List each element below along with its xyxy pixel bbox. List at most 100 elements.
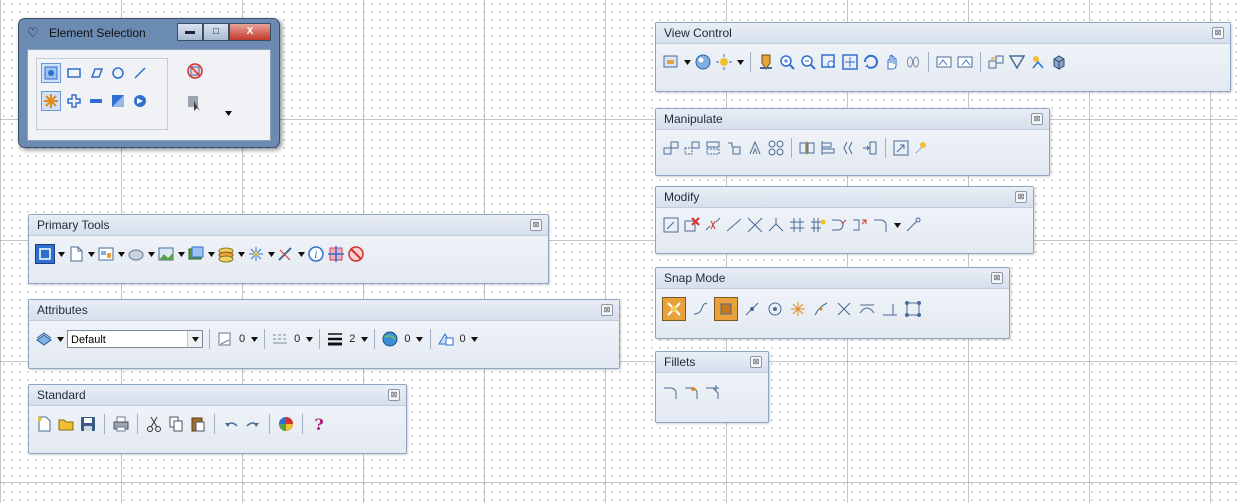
walk-icon[interactable] (904, 53, 922, 71)
view-previous-icon[interactable] (935, 53, 953, 71)
priority-icon[interactable] (437, 330, 455, 348)
camera-view-icon[interactable] (1008, 53, 1026, 71)
no-edit-icon[interactable] (347, 245, 365, 263)
view-attributes-dropdown[interactable] (683, 53, 691, 71)
landscape-dropdown[interactable] (177, 245, 185, 263)
select-and-place-icon[interactable] (892, 139, 910, 157)
info-icon[interactable]: i (307, 245, 325, 263)
extend-line-icon[interactable] (725, 216, 743, 234)
keypoint-snap-icon[interactable] (662, 297, 686, 321)
intersection-snap-icon[interactable] (835, 300, 853, 318)
perpendicular-snap-icon[interactable] (743, 300, 761, 318)
references-dropdown[interactable] (87, 245, 95, 263)
fillets-close-button[interactable]: ⊠ (750, 356, 762, 368)
paste-icon[interactable] (189, 415, 207, 433)
line-weight-dropdown[interactable] (360, 330, 368, 348)
redo-icon[interactable] (244, 415, 262, 433)
snap-mode-close-button[interactable]: ⊠ (991, 272, 1003, 284)
scale-icon[interactable] (725, 139, 743, 157)
line-weight-icon[interactable] (326, 330, 344, 348)
block-select-icon[interactable] (65, 64, 83, 82)
zoom-in-icon[interactable] (778, 53, 796, 71)
view-control-close-button[interactable]: ⊠ (1212, 27, 1224, 39)
landscape-icon[interactable] (157, 245, 175, 263)
print-icon[interactable] (112, 415, 130, 433)
attributes-titlebar[interactable]: Attributes ⊠ (29, 300, 619, 321)
new-selection-icon[interactable] (41, 91, 61, 111)
attributes-dialog-dropdown[interactable] (57, 245, 65, 263)
trim-to-element-icon[interactable] (767, 216, 785, 234)
fillets-titlebar[interactable]: Fillets ⊠ (656, 352, 768, 373)
break-element-icon[interactable] (704, 216, 722, 234)
fillet-dropdown[interactable] (893, 216, 901, 234)
stretch-icon[interactable] (840, 139, 858, 157)
manipulate-close-button[interactable]: ⊠ (1031, 113, 1043, 125)
add-selection-icon[interactable] (65, 92, 83, 110)
modify-titlebar[interactable]: Modify ⊠ (656, 187, 1033, 208)
smart-snap-icon[interactable] (913, 139, 931, 157)
point-on-snap-icon[interactable] (881, 300, 899, 318)
transparency-icon[interactable] (381, 330, 399, 348)
chevron-down-icon[interactable] (224, 104, 232, 122)
levels-icon[interactable] (217, 245, 235, 263)
snap-mode-titlebar[interactable]: Snap Mode ⊠ (656, 268, 1009, 289)
move-to-icon[interactable] (861, 139, 879, 157)
select-all-icon[interactable] (131, 92, 149, 110)
view-next-icon[interactable] (956, 53, 974, 71)
attributes-dialog-icon[interactable] (35, 244, 55, 264)
origin-snap-icon[interactable] (789, 300, 807, 318)
primary-tools-close-button[interactable]: ⊠ (530, 219, 542, 231)
line-style-dropdown[interactable] (305, 330, 313, 348)
open-file-icon[interactable] (57, 415, 75, 433)
undo-icon[interactable] (222, 415, 240, 433)
clear-selection-icon[interactable] (186, 62, 204, 80)
close-button[interactable]: X (229, 23, 271, 41)
line-style-icon[interactable] (271, 330, 289, 348)
display-style-icon[interactable] (694, 53, 712, 71)
lighting-dropdown[interactable] (736, 53, 744, 71)
measure-icon[interactable] (277, 245, 295, 263)
levels-dropdown[interactable] (237, 245, 245, 263)
fillet-point-icon[interactable] (683, 383, 701, 401)
chamfer-fillet-icon[interactable] (704, 383, 722, 401)
cloud-icon[interactable] (127, 245, 145, 263)
invert-selection-icon[interactable] (109, 92, 127, 110)
rotate-icon[interactable] (746, 139, 764, 157)
tasks-icon[interactable] (247, 245, 265, 263)
cut-icon[interactable] (145, 415, 163, 433)
trim-intersect-icon[interactable] (746, 216, 764, 234)
mirror-icon[interactable] (798, 139, 816, 157)
standard-titlebar[interactable]: Standard ⊠ (29, 385, 406, 406)
level-display-dropdown[interactable] (56, 330, 64, 348)
models-dropdown[interactable] (207, 245, 215, 263)
copy-view-icon[interactable] (987, 53, 1005, 71)
delete-vertex-icon[interactable] (830, 216, 848, 234)
fillet-icon[interactable] (872, 216, 890, 234)
element-selection-titlebar[interactable]: ♡ Element Selection ▬ □ X (19, 19, 279, 47)
tangent-snap-icon[interactable] (858, 300, 876, 318)
delete-part-icon[interactable] (683, 216, 701, 234)
references-icon[interactable] (67, 245, 85, 263)
raster-manager-icon[interactable] (97, 245, 115, 263)
nearest-snap-icon[interactable] (691, 300, 709, 318)
color-icon[interactable] (216, 330, 234, 348)
align-edges-icon[interactable] (819, 139, 837, 157)
transparency-dropdown[interactable] (416, 330, 424, 348)
construct-closure-icon[interactable] (851, 216, 869, 234)
center-snap-icon[interactable] (766, 300, 784, 318)
trim-multiple-icon[interactable] (788, 216, 806, 234)
bisector-snap-icon[interactable] (812, 300, 830, 318)
fit-view-icon[interactable] (841, 53, 859, 71)
tasks-dropdown[interactable] (267, 245, 275, 263)
update-view-icon[interactable] (757, 53, 775, 71)
view-control-titlebar[interactable]: View Control ⊠ (656, 23, 1230, 44)
shape-select-icon[interactable] (87, 64, 105, 82)
array-icon[interactable] (767, 139, 785, 157)
individual-select-icon[interactable] (41, 63, 61, 83)
rotate-view-icon[interactable] (862, 53, 880, 71)
help-icon[interactable]: ? (310, 415, 328, 433)
cloud-dropdown[interactable] (147, 245, 155, 263)
copy-clipboard-icon[interactable] (167, 415, 185, 433)
minimize-button[interactable]: ▬ (177, 23, 203, 41)
primary-tools-titlebar[interactable]: Primary Tools ⊠ (29, 215, 548, 236)
